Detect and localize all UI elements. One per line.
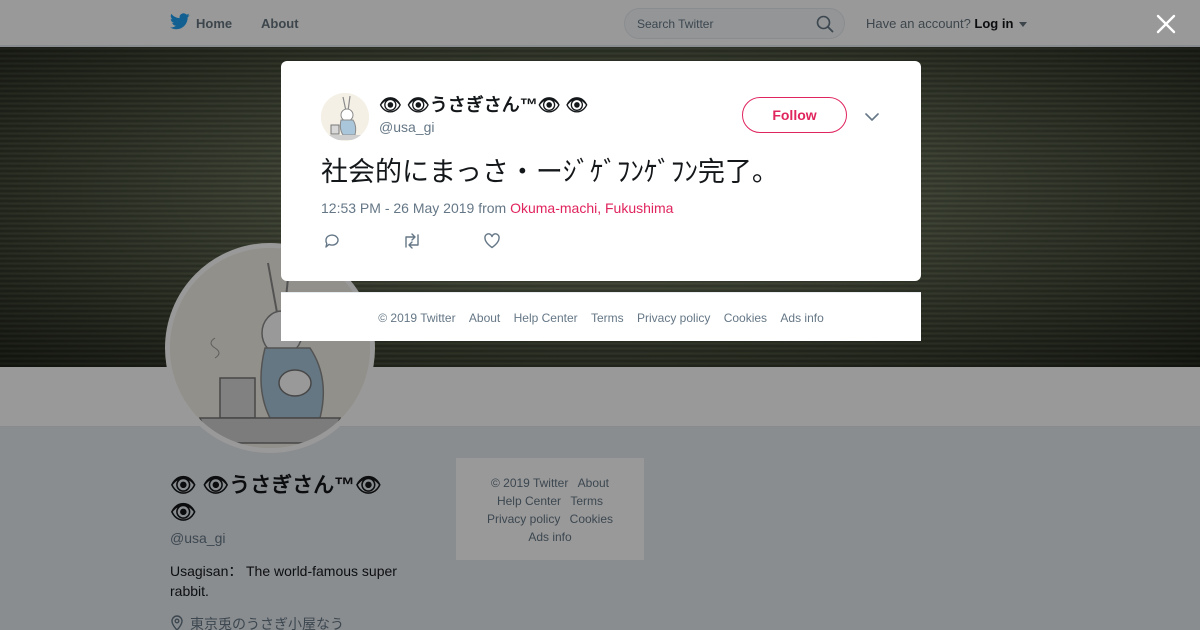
footer-ads-link[interactable]: Ads info xyxy=(780,311,823,325)
close-icon[interactable] xyxy=(1152,10,1180,38)
reply-icon[interactable] xyxy=(323,232,341,255)
tweet-place-link[interactable]: Okuma-machi, Fukushima xyxy=(510,200,673,216)
modal-footer: © 2019 Twitter About Help Center Terms P… xyxy=(281,292,921,341)
footer-copyright: © 2019 Twitter xyxy=(378,311,456,325)
tweet-timestamp[interactable]: 12:53 PM - 26 May 2019 xyxy=(321,200,474,216)
footer-privacy-link[interactable]: Privacy policy xyxy=(637,311,710,325)
tweet-author-avatar[interactable] xyxy=(321,93,369,141)
like-icon[interactable] xyxy=(483,232,501,255)
tweet-modal: 👁 👁うさぎさん™👁 👁 @usa_gi Follow 社会的にまっさ・ーｼﾞｹ… xyxy=(281,61,921,281)
footer-about-link[interactable]: About xyxy=(469,311,500,325)
follow-button[interactable]: Follow xyxy=(742,97,847,133)
tweet-text: 社会的にまっさ・ーｼﾞｹﾞﾌﾝｹﾞﾌﾝ完了。 xyxy=(321,157,779,187)
retweet-icon[interactable] xyxy=(402,232,422,255)
tweet-author-name[interactable]: 👁 👁うさぎさん™👁 👁 xyxy=(379,91,588,117)
tweet-from-label: from xyxy=(478,200,507,216)
footer-help-link[interactable]: Help Center xyxy=(514,311,578,325)
chevron-down-icon[interactable] xyxy=(865,109,879,127)
footer-cookies-link[interactable]: Cookies xyxy=(724,311,767,325)
tweet-metadata: 12:53 PM - 26 May 2019 from Okuma-machi,… xyxy=(321,200,673,216)
tweet-author-handle[interactable]: @usa_gi xyxy=(379,119,434,135)
footer-terms-link[interactable]: Terms xyxy=(591,311,624,325)
